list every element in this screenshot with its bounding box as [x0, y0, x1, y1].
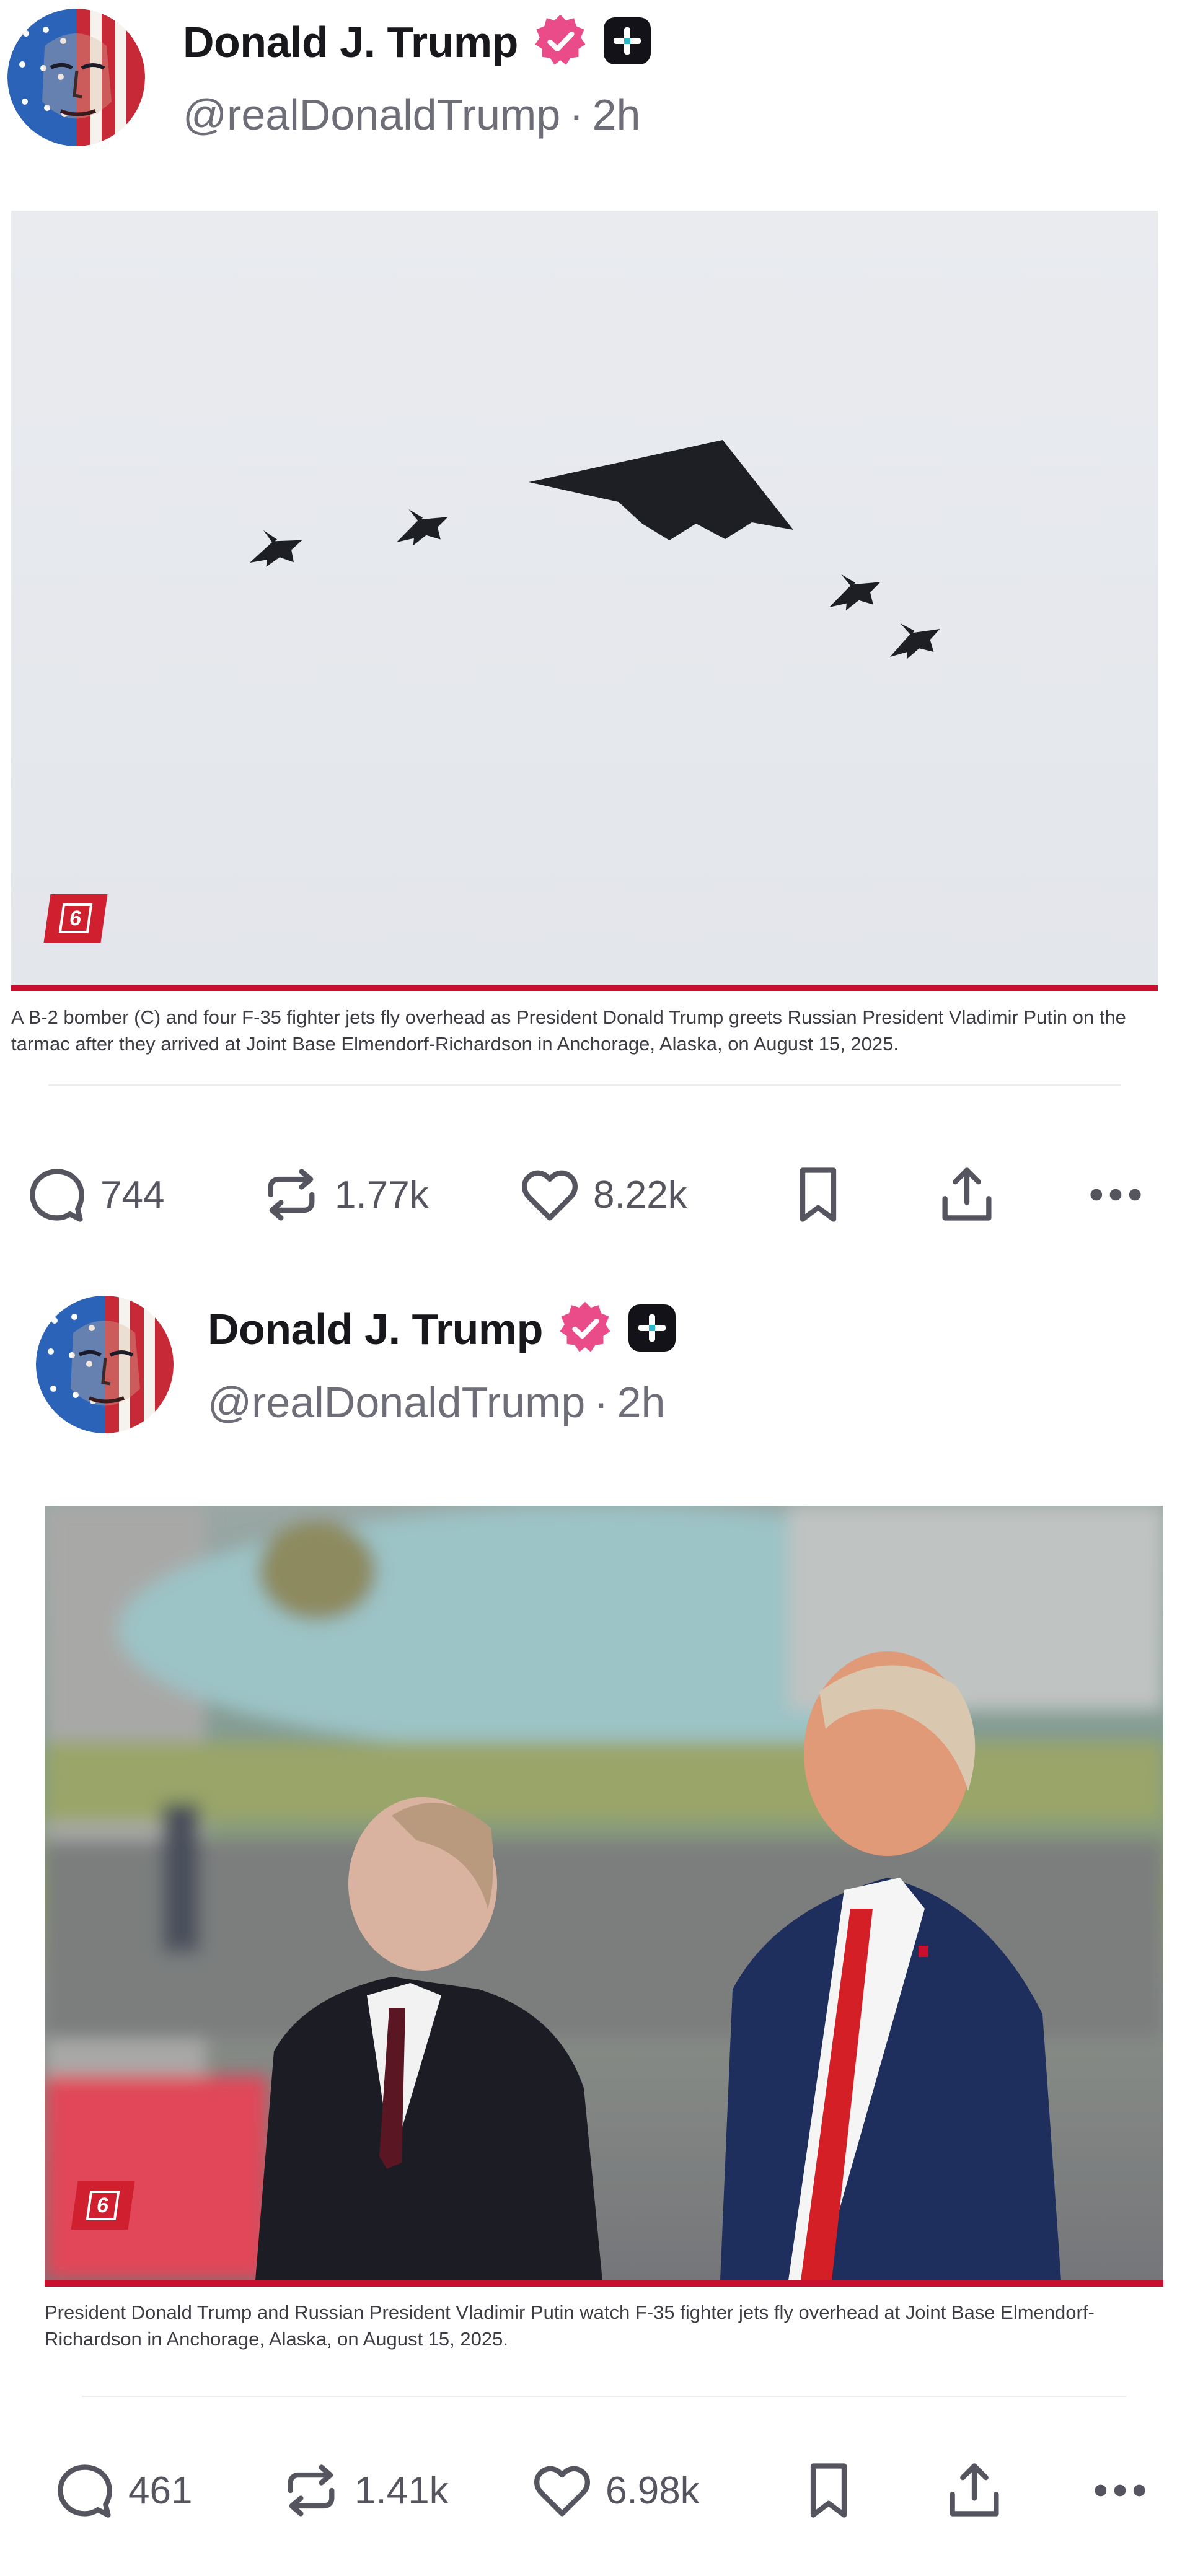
share-icon: [942, 1167, 992, 1221]
author-row: Donald J. Trump: [208, 1298, 677, 1360]
bookmark-icon: [800, 1167, 837, 1222]
repost-count: 1.77k: [335, 1173, 429, 1216]
action-bar: 744 1.77k 8.22k: [0, 1158, 1190, 1232]
bookmark-icon: [810, 2463, 847, 2518]
repost-count: 1.41k: [355, 2469, 449, 2512]
verified-badge-icon: [518, 12, 589, 73]
post: Donald J. Trump @realDonaldTrump · 2h 6 …: [0, 1261, 1190, 2575]
share-button[interactable]: [935, 1158, 999, 1232]
caption-rule: [45, 2280, 1163, 2287]
separator-dot: ·: [569, 90, 584, 139]
repost-icon: [288, 2464, 335, 2517]
more-button[interactable]: [1088, 2453, 1152, 2528]
handle-row: @realDonaldTrump · 2h: [183, 90, 640, 139]
action-bar: 461 1.41k 6.98k: [0, 2453, 1190, 2528]
reply-button[interactable]: 461: [53, 2453, 192, 2528]
more-icon: [1095, 2484, 1145, 2497]
divider: [82, 2396, 1126, 2397]
author-handle[interactable]: @realDonaldTrump: [208, 1378, 585, 1426]
post-image[interactable]: [45, 1506, 1163, 2280]
media-card[interactable]: 6 A B-2 bomber (C) and four F-35 fighter…: [11, 211, 1158, 1088]
reply-icon: [30, 1169, 84, 1222]
caption-rule: [11, 985, 1158, 991]
avatar[interactable]: [7, 9, 145, 146]
reply-icon: [58, 2464, 112, 2518]
author-name[interactable]: Donald J. Trump: [208, 1304, 543, 1354]
repost-icon: [268, 1169, 315, 1221]
post: Donald J. Trump @realDonaldTrump · 2h 6 …: [0, 0, 1190, 1258]
like-button[interactable]: 8.22k: [518, 1158, 687, 1232]
author-handle[interactable]: @realDonaldTrump: [183, 90, 560, 139]
publisher-logo: 6: [43, 894, 108, 943]
plus-badge-icon: [589, 16, 652, 69]
post-image[interactable]: [11, 211, 1158, 985]
like-button[interactable]: 6.98k: [530, 2453, 700, 2528]
reply-count: 461: [128, 2469, 193, 2512]
heart-icon: [534, 2466, 590, 2517]
verified-badge-icon: [543, 1299, 614, 1360]
reply-button[interactable]: 744: [25, 1158, 164, 1232]
heart-icon: [522, 1170, 578, 1221]
like-count: 6.98k: [606, 2469, 700, 2512]
post-time[interactable]: 2h: [593, 90, 641, 139]
repost-button[interactable]: 1.41k: [279, 2453, 449, 2528]
handle-row: @realDonaldTrump · 2h: [208, 1378, 665, 1427]
bookmark-button[interactable]: [796, 2453, 861, 2528]
share-icon: [950, 2463, 999, 2517]
author-row: Donald J. Trump: [183, 11, 652, 73]
separator-dot: ·: [594, 1378, 609, 1426]
reply-count: 744: [100, 1173, 165, 1216]
avatar[interactable]: [36, 1296, 174, 1433]
publisher-logo: 6: [71, 2181, 135, 2230]
share-button[interactable]: [942, 2453, 1007, 2528]
media-card[interactable]: 6 President Donald Trump and Russian Pre…: [45, 1506, 1163, 2398]
more-button[interactable]: [1083, 1158, 1148, 1232]
post-time[interactable]: 2h: [617, 1378, 666, 1426]
image-caption: A B-2 bomber (C) and four F-35 fighter j…: [11, 1006, 1126, 1055]
bookmark-button[interactable]: [786, 1158, 850, 1232]
plus-badge-icon: [614, 1303, 677, 1356]
image-caption: President Donald Trump and Russian Presi…: [45, 2301, 1095, 2350]
repost-button[interactable]: 1.77k: [259, 1158, 429, 1232]
like-count: 8.22k: [593, 1173, 687, 1216]
more-icon: [1090, 1189, 1141, 1201]
divider: [48, 1084, 1121, 1086]
author-name[interactable]: Donald J. Trump: [183, 17, 518, 67]
